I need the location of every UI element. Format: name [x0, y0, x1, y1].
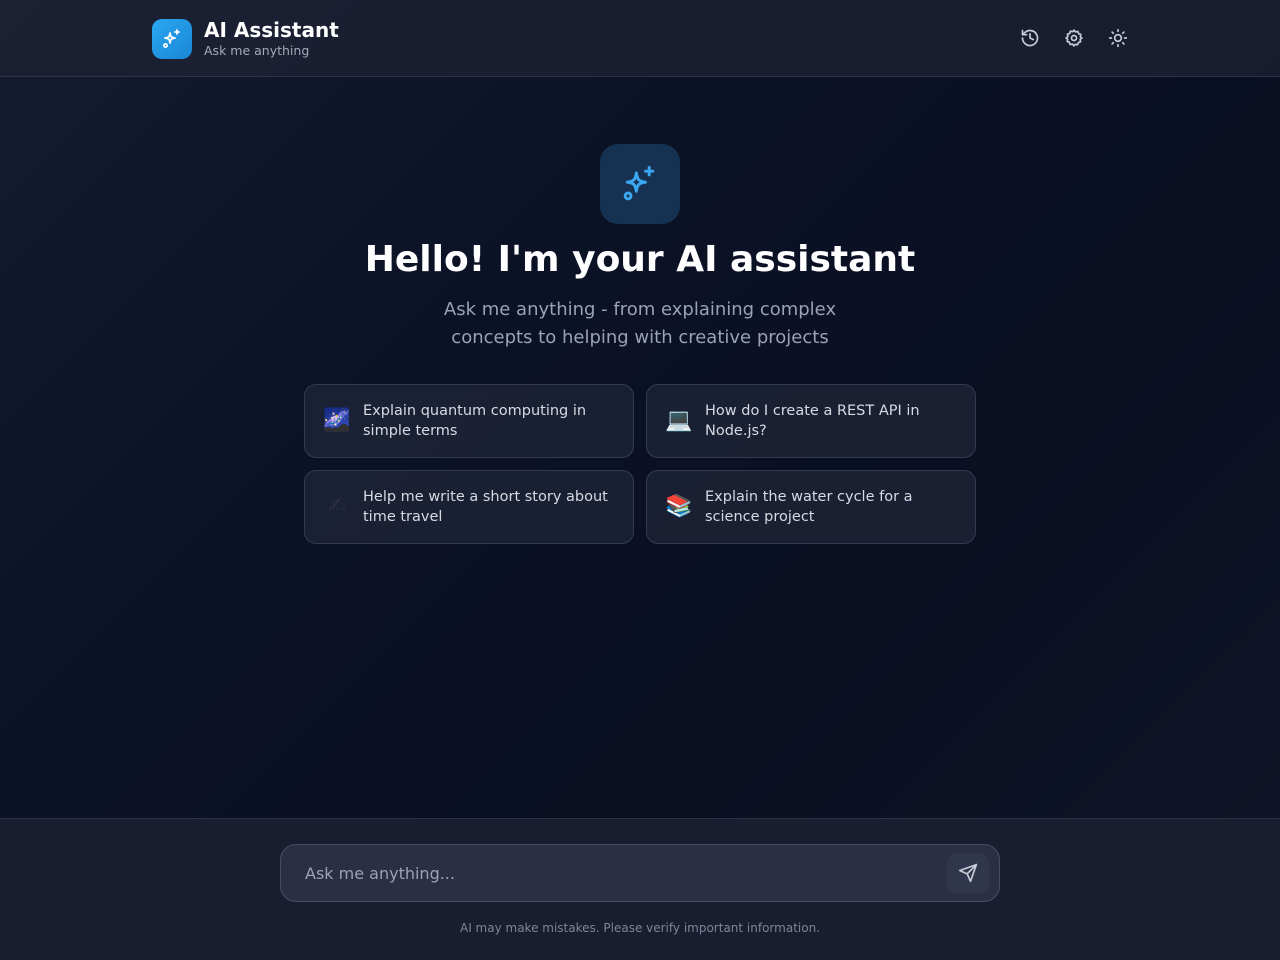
app-title: AI Assistant: [204, 18, 339, 42]
laptop-icon: 💻: [665, 408, 693, 433]
gear-icon[interactable]: [1062, 26, 1086, 50]
sparkles-icon: [152, 18, 192, 59]
suggestion-card[interactable]: ✍ Help me write a short story about time…: [304, 470, 634, 544]
composer-footer: AI may make mistakes. Please verify impo…: [0, 818, 1280, 960]
books-icon: 📚: [665, 494, 693, 519]
app-subtitle: Ask me anything: [204, 43, 310, 58]
suggestion-grid: 🌌 Explain quantum computing in simple te…: [304, 384, 976, 544]
welcome-subtitle: Ask me anything - from explaining comple…: [443, 299, 837, 348]
send-icon: [958, 863, 978, 883]
suggestion-text: How do I create a REST API in Node.js?: [705, 403, 920, 439]
galaxy-icon: 🌌: [323, 408, 351, 433]
suggestion-text: Explain the water cycle for a science pr…: [705, 489, 913, 525]
suggestion-card[interactable]: 🌌 Explain quantum computing in simple te…: [304, 384, 634, 458]
history-icon[interactable]: [1018, 26, 1042, 50]
composer: [280, 844, 1000, 902]
send-button[interactable]: [947, 853, 989, 893]
suggestion-text: Explain quantum computing in simple term…: [363, 403, 587, 439]
header-actions: [1018, 26, 1130, 50]
suggestion-card[interactable]: 💻 How do I create a REST API in Node.js?: [646, 384, 976, 458]
disclaimer: AI may make mistakes. Please verify impo…: [459, 921, 820, 935]
welcome-title: Hello! I'm your AI assistant: [364, 239, 916, 280]
brand: AI Assistant Ask me anything: [152, 18, 339, 59]
suggestion-card[interactable]: 📚 Explain the water cycle for a science …: [646, 470, 976, 544]
suggestion-text: Help me write a short story about time t…: [363, 489, 608, 525]
chat-input[interactable]: [281, 845, 931, 901]
sparkles-icon: [600, 144, 680, 224]
brand-text: AI Assistant Ask me anything: [204, 18, 339, 59]
writing-hand-icon: ✍: [327, 494, 347, 519]
app-header: AI Assistant Ask me anything: [0, 0, 1280, 77]
sun-icon[interactable]: [1106, 26, 1130, 50]
